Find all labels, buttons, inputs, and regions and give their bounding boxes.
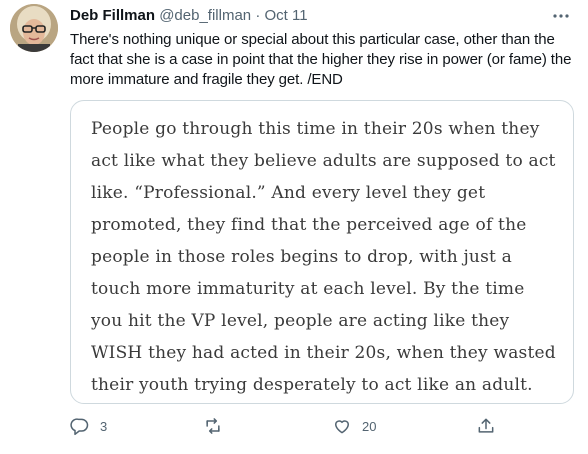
separator-dot: ·	[255, 7, 261, 24]
tweet-text: There's nothing unique or special about …	[70, 31, 572, 88]
avatar[interactable]	[10, 4, 58, 52]
quoted-text: People go through this time in their 20s…	[91, 119, 556, 395]
display-name[interactable]: Deb Fillman	[70, 7, 155, 24]
like-count: 20	[362, 418, 377, 434]
tweet-date[interactable]: Oct 11	[264, 7, 307, 24]
reply-button[interactable]: 3	[70, 416, 107, 436]
reply-icon	[70, 416, 90, 436]
like-button[interactable]: 20	[332, 416, 376, 436]
share-icon	[476, 416, 496, 436]
heart-icon	[332, 416, 352, 436]
quoted-text-card[interactable]: People go through this time in their 20s…	[70, 100, 574, 404]
share-button[interactable]	[476, 416, 496, 436]
tweet-header: Deb Fillman @deb_fillman · Oct 11	[70, 7, 308, 25]
reply-count: 3	[100, 418, 108, 434]
retweet-icon	[203, 416, 223, 436]
tweet-actions: 3 20	[70, 416, 500, 440]
retweet-button[interactable]	[203, 416, 233, 436]
more-icon[interactable]	[551, 8, 571, 24]
user-handle[interactable]: @deb_fillman	[159, 7, 251, 24]
tweet[interactable]: Deb Fillman @deb_fillman · Oct 11 There'…	[0, 0, 588, 454]
